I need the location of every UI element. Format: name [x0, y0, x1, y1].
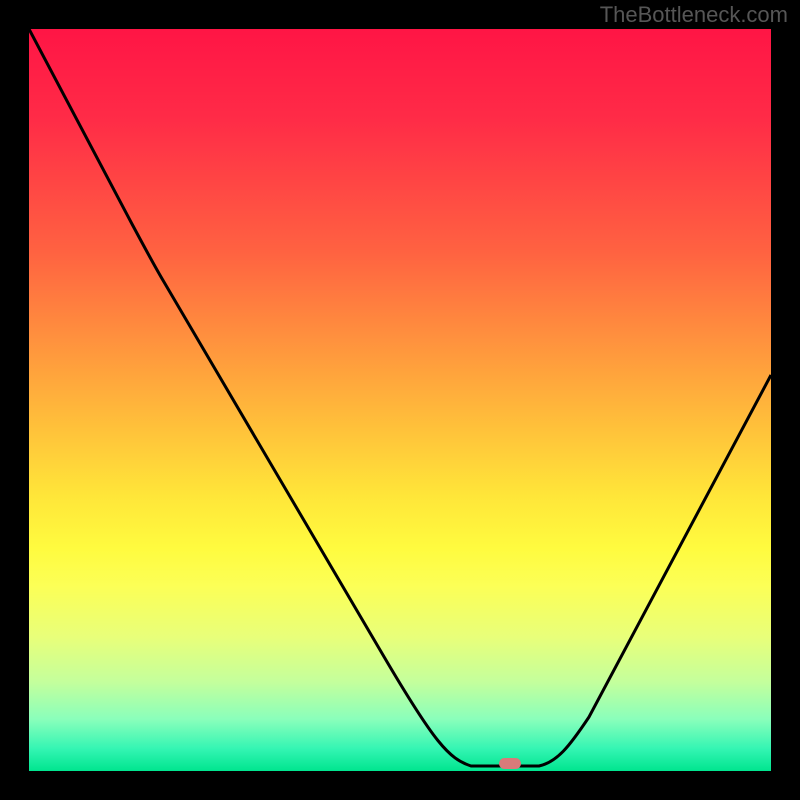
chart-container: TheBottleneck.com [0, 0, 800, 800]
current-position-marker [499, 758, 521, 769]
bottleneck-curve [29, 29, 771, 771]
curve-path [29, 29, 771, 766]
watermark-text: TheBottleneck.com [600, 2, 788, 28]
gradient-plot-area [29, 29, 771, 771]
